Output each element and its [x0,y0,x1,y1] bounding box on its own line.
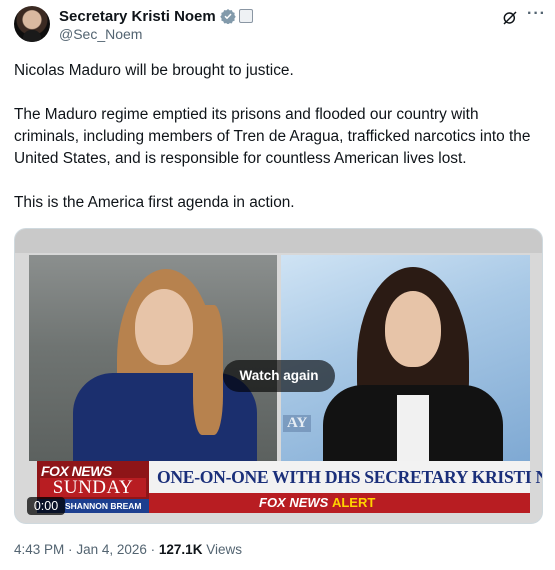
watch-again-button[interactable]: Watch again [223,360,335,392]
tweet-paragraph: Nicolas Maduro will be brought to justic… [14,62,294,79]
video-panel-guest: AY [281,255,530,461]
tweet-paragraph: This is the America first agenda in acti… [14,194,295,211]
government-seal-icon [238,9,253,23]
avatar[interactable] [14,6,50,42]
views-count: 127.1K [158,542,203,557]
tweet-header: Secretary Kristi Noem @Sec_Noem ··· [14,6,545,46]
tweet-paragraph: The Maduro regime emptied its prisons an… [14,106,531,167]
video-panel-anchor [29,255,277,461]
meta-separator: · [150,542,156,557]
verified-badge-icon [220,9,236,24]
alert-network: FOX NEWS [259,495,329,510]
chyron-headline: ONE-ON-ONE WITH DHS SECRETARY KRISTI NOE… [149,461,542,493]
anchor-figure [29,255,277,461]
guest-figure [281,255,530,461]
author-name[interactable]: Secretary Kristi Noem [59,8,216,25]
chyron-alert: FOX NEWS ALERT [149,493,530,513]
grok-icon[interactable] [502,10,518,26]
tweet-time[interactable]: 4:43 PM [14,542,64,557]
news-chyron: FOX NEWS SUNDAY SHANNON BREAM ONE-ON-ONE… [37,461,542,513]
video-time: 0:00 [27,497,65,515]
author-name-row: Secretary Kristi Noem [59,7,253,25]
tweet-text: Nicolas Maduro will be brought to justic… [14,60,544,214]
author-handle[interactable]: @Sec_Noem [59,26,142,42]
meta-separator: · [68,542,73,557]
tweet-date[interactable]: Jan 4, 2026 [76,542,147,557]
video-player[interactable]: AY Watch again FOX NEWS SUNDAY SHANNON B… [14,228,543,524]
more-options-icon[interactable]: ··· [527,6,545,26]
video-frame-top [15,229,542,253]
views-label: Views [206,542,242,557]
show-name: SUNDAY [40,478,146,497]
tweet-meta: 4:43 PM · Jan 4, 2026 · 127.1K Views [14,542,242,557]
alert-word: ALERT [331,495,376,510]
